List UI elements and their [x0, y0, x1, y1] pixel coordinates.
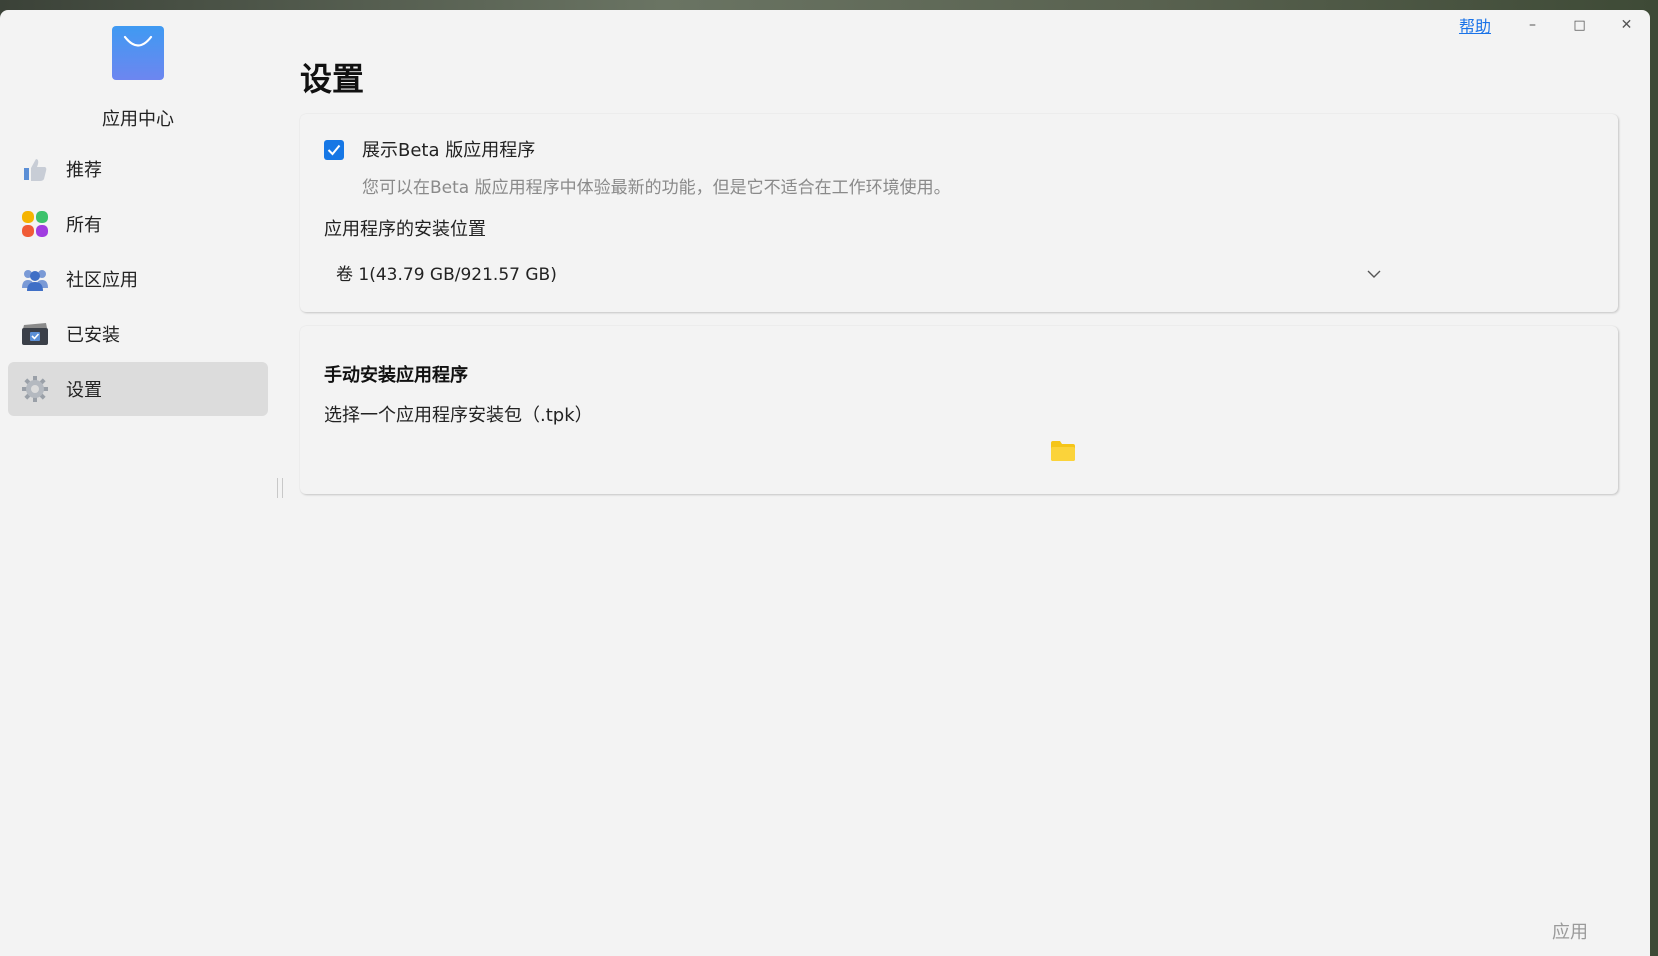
- close-icon: ✕: [1620, 17, 1633, 33]
- title-bar-controls: 帮助 – □ ✕: [1459, 10, 1650, 40]
- folder-icon: [1051, 441, 1075, 461]
- app-name: 应用中心: [102, 109, 174, 130]
- gear-icon: [20, 374, 50, 404]
- chevron-down-icon: [1366, 264, 1382, 283]
- apply-button[interactable]: 应用: [1552, 918, 1588, 944]
- manual-install-card: 手动安装应用程序 选择一个应用程序安装包（.tpk）: [300, 326, 1618, 494]
- maximize-icon: □: [1573, 17, 1586, 33]
- beta-description: 您可以在Beta 版应用程序中体验最新的功能，但是它不适合在工作环境使用。: [362, 178, 951, 198]
- sidebar-nav: 推荐 所有 社区应用 已安装 设置: [8, 142, 268, 417]
- all-apps-icon: [20, 209, 50, 239]
- beta-settings-card: 展示Beta 版应用程序 您可以在Beta 版应用程序中体验最新的功能，但是它不…: [300, 114, 1618, 312]
- sidebar-item-label: 设置: [66, 380, 102, 401]
- help-link[interactable]: 帮助: [1459, 13, 1491, 37]
- minimize-button[interactable]: –: [1509, 10, 1556, 40]
- checkmark-icon: [327, 144, 341, 156]
- installed-icon: [20, 319, 50, 349]
- sidebar-item-settings[interactable]: 设置: [8, 362, 268, 416]
- sidebar-item-label: 所有: [66, 215, 102, 236]
- sidebar-item-all[interactable]: 所有: [8, 197, 268, 251]
- close-button[interactable]: ✕: [1603, 10, 1650, 40]
- install-location-value: 卷 1(43.79 GB/921.57 GB): [336, 264, 557, 285]
- sidebar: 应用中心 推荐 所有 社区应用 已安装 设置: [0, 10, 276, 956]
- sidebar-resize-handle[interactable]: [277, 478, 283, 498]
- browse-folder-button[interactable]: [1050, 440, 1080, 466]
- sidebar-item-community[interactable]: 社区应用: [8, 252, 268, 306]
- beta-checkbox[interactable]: [324, 140, 344, 160]
- manual-install-description: 选择一个应用程序安装包（.tpk）: [324, 405, 593, 426]
- community-icon: [20, 264, 50, 294]
- page-title: 设置: [300, 60, 365, 98]
- shopping-bag-icon: [112, 26, 164, 80]
- app-window: 帮助 – □ ✕ 应用中心 推荐 所有 社区应用 已安装 设置 设置 展示Bet…: [0, 10, 1650, 956]
- manual-install-title: 手动安装应用程序: [324, 365, 468, 386]
- sidebar-item-recommended[interactable]: 推荐: [8, 142, 268, 196]
- sidebar-item-label: 推荐: [66, 160, 102, 181]
- maximize-button[interactable]: □: [1556, 10, 1603, 40]
- beta-checkbox-label[interactable]: 展示Beta 版应用程序: [362, 136, 535, 162]
- sidebar-item-installed[interactable]: 已安装: [8, 307, 268, 361]
- thumbs-up-icon: [20, 154, 50, 184]
- sidebar-item-label: 已安装: [66, 325, 120, 346]
- sidebar-item-label: 社区应用: [66, 270, 138, 291]
- install-location-label: 应用程序的安装位置: [324, 219, 486, 240]
- minimize-icon: –: [1529, 17, 1536, 33]
- install-location-select[interactable]: 卷 1(43.79 GB/921.57 GB): [324, 252, 1382, 292]
